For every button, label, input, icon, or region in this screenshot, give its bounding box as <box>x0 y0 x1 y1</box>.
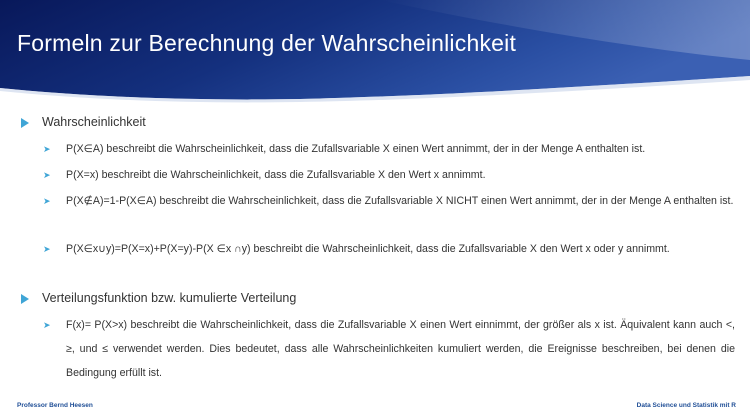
section-heading-text: Wahrscheinlichkeit <box>42 115 146 129</box>
title-banner: Formeln zur Berechnung der Wahrscheinlic… <box>0 0 750 104</box>
list-item: ➤ P(X=x) beschreibt die Wahrscheinlichke… <box>43 163 735 187</box>
list-item-text: P(X=x) beschreibt die Wahrscheinlichkeit… <box>66 169 486 181</box>
triangle-bullet-icon <box>21 118 29 128</box>
list-item: ➤ F(x)= P(X>x) beschreibt die Wahrschein… <box>43 313 735 385</box>
chevron-bullet-icon: ➤ <box>43 170 51 180</box>
footer-course-title: Data Science und Statistik mit R <box>636 402 736 409</box>
list-item: ➤ P(X∈x∪y)=P(X=x)+P(X=y)-P(X ∈x ∩y) besc… <box>43 237 735 285</box>
slide: Formeln zur Berechnung der Wahrscheinlic… <box>0 0 750 419</box>
list-item-text: P(X∈A) beschreibt die Wahrscheinlichkeit… <box>66 143 646 155</box>
list-item-text: P(X∉A)=1-P(X∈A) beschreibt die Wahrschei… <box>66 195 734 207</box>
slide-title: Formeln zur Berechnung der Wahrscheinlic… <box>17 30 517 56</box>
list-item: ➤ P(X∉A)=1-P(X∈A) beschreibt die Wahrsch… <box>43 189 735 237</box>
chevron-bullet-icon: ➤ <box>43 196 51 206</box>
chevron-bullet-icon: ➤ <box>43 320 51 330</box>
list-item-text: F(x)= P(X>x) beschreibt die Wahrscheinli… <box>66 319 735 379</box>
chevron-bullet-icon: ➤ <box>43 244 51 254</box>
footer-author: Professor Bernd Heesen <box>17 402 93 409</box>
list-item-text: P(X∈x∪y)=P(X=x)+P(X=y)-P(X ∈x ∩y) beschr… <box>66 243 670 255</box>
triangle-bullet-icon <box>21 294 29 304</box>
list-item: ➤ P(X∈A) beschreibt die Wahrscheinlichke… <box>43 137 735 161</box>
section-heading-text: Verteilungsfunktion bzw. kumulierte Vert… <box>42 291 297 305</box>
chevron-bullet-icon: ➤ <box>43 144 51 154</box>
